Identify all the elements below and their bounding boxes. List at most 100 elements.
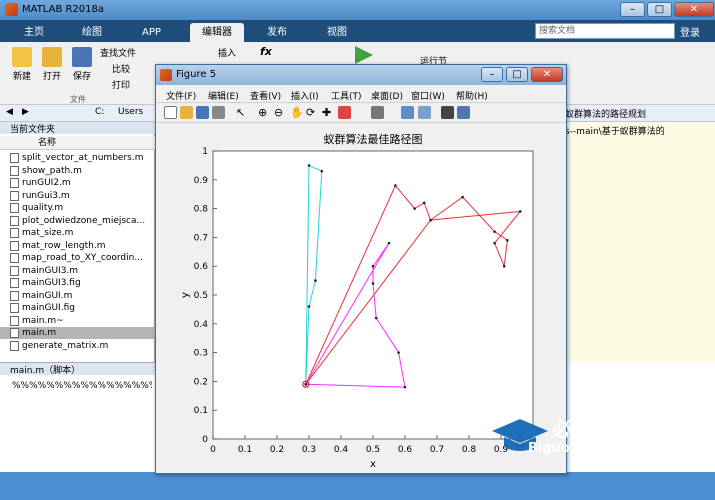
figure-close-button[interactable]: ✕ <box>531 67 563 82</box>
save-figure-icon[interactable] <box>196 106 209 119</box>
menu-tools[interactable]: 工具(T) <box>331 89 362 102</box>
data-point <box>502 264 506 268</box>
open-button[interactable]: 打开 <box>38 47 66 82</box>
current-folder-panel: 当前文件夹 名称 split_vector_at_numbers.m show_p… <box>0 122 155 362</box>
file-list-item[interactable]: mat_row_length.m <box>0 240 155 252</box>
file-list-item[interactable]: main.m~ <box>0 315 155 327</box>
hide-tools-icon[interactable] <box>441 106 454 119</box>
link-icon[interactable] <box>371 106 384 119</box>
menu-insert[interactable]: 插入(I) <box>291 89 319 102</box>
editor-tab[interactable]: s--main\基于蚁群算法的 <box>565 124 695 137</box>
file-list-item[interactable]: quality.m <box>0 202 155 214</box>
tab-editor[interactable]: 编辑器 <box>190 23 244 42</box>
save-button[interactable]: 保存 <box>68 47 96 82</box>
file-list-item[interactable]: map_road_to_XY_coordin... <box>0 252 155 264</box>
print-icon[interactable] <box>212 106 225 119</box>
menu-edit[interactable]: 编辑(E) <box>208 89 239 102</box>
file-list-item[interactable]: mat_size.m <box>0 227 155 239</box>
file-icon <box>10 228 19 238</box>
dock-icon[interactable] <box>457 106 470 119</box>
file-name: mainGUI3.m <box>22 265 79 276</box>
insert-button[interactable]: 插入 <box>218 46 236 59</box>
zoom-in-icon[interactable]: ⊕ <box>258 106 271 119</box>
open-icon[interactable] <box>180 106 193 119</box>
data-point <box>320 169 324 173</box>
search-input[interactable]: 搜索文档 <box>535 23 675 39</box>
pointer-icon[interactable]: ↖ <box>236 106 249 119</box>
open-label: 打开 <box>42 72 61 82</box>
file-list-item[interactable]: mainGUI3.fig <box>0 277 155 289</box>
file-list-item[interactable]: runGui3.m <box>0 190 155 202</box>
path-drive[interactable]: C: <box>95 107 104 117</box>
login-button[interactable]: 登录 <box>680 24 700 39</box>
forward-icon[interactable]: ▶ <box>22 107 29 117</box>
menu-desktop[interactable]: 桌面(D) <box>371 89 403 102</box>
file-group-label: 文件 <box>70 95 86 104</box>
file-list-item[interactable]: show_path.m <box>0 165 155 177</box>
tab-view[interactable]: 视图 <box>315 23 359 42</box>
editor-title: 蚁群算法的路径规划 <box>565 110 647 120</box>
details-content: %%%%%%%%%%%%%%%%%%%%%%%%%% <box>12 381 152 391</box>
file-name: mainGUI.m <box>22 290 73 301</box>
tab-home[interactable]: 主页 <box>12 23 56 42</box>
file-name: mainGUI3.fig <box>22 278 81 288</box>
file-name: mainGUI.fig <box>22 303 75 313</box>
file-name: runGui3.m <box>22 190 70 201</box>
y-tick-label: 0.3 <box>194 349 208 359</box>
run-icon[interactable] <box>355 46 373 64</box>
tab-publish[interactable]: 发布 <box>255 23 299 42</box>
x-tick-label: 0.2 <box>270 445 284 455</box>
figure-window[interactable]: Figure 5 – □ ✕ 文件(F) 编辑(E) 查看(V) 插入(I) 工… <box>155 64 567 474</box>
y-tick-label: 0.5 <box>194 291 208 301</box>
file-name: quality.m <box>22 203 64 213</box>
compare-button[interactable]: 比较 <box>112 62 130 75</box>
file-list-item[interactable]: mainGUI.fig <box>0 302 155 314</box>
back-icon[interactable]: ◀ <box>6 107 13 117</box>
file-list-item[interactable]: generate_matrix.m <box>0 340 155 352</box>
new-button[interactable]: 新建 <box>8 47 36 82</box>
new-icon <box>12 47 32 67</box>
path-users[interactable]: Users <box>118 107 143 117</box>
y-tick-label: 0.4 <box>194 320 209 330</box>
file-name: split_vector_at_numbers.m <box>22 153 144 163</box>
brush-icon[interactable] <box>338 106 351 119</box>
menu-window[interactable]: 窗口(W) <box>411 89 445 102</box>
file-list-item[interactable]: plot_odwiedzone_miejsca... <box>0 215 155 227</box>
rotate-icon[interactable]: ⟳ <box>306 106 319 119</box>
print-button[interactable]: 打印 <box>112 78 130 91</box>
figure-maximize-button[interactable]: □ <box>506 67 528 82</box>
file-list-item[interactable]: mainGUI3.m <box>0 265 155 277</box>
close-button[interactable]: ✕ <box>674 2 714 17</box>
pan-icon[interactable]: ✋ <box>290 106 304 119</box>
file-list-item[interactable]: main.m <box>0 327 155 339</box>
file-list-item[interactable]: split_vector_at_numbers.m <box>0 152 155 164</box>
data-point <box>394 184 397 187</box>
find-file-button[interactable]: 查找文件 <box>100 46 136 59</box>
figure-title: Figure 5 <box>176 69 217 80</box>
figure-minimize-button[interactable]: – <box>481 67 503 82</box>
data-cursor-icon[interactable]: ✚ <box>322 106 335 119</box>
new-figure-icon[interactable] <box>164 106 177 119</box>
file-icon <box>10 328 19 338</box>
column-header-name[interactable]: 名称 <box>0 136 155 150</box>
file-list-item[interactable]: runGUI2.m <box>0 177 155 189</box>
tab-apps[interactable]: APP <box>130 23 173 42</box>
minimize-button[interactable]: – <box>620 2 645 17</box>
new-label: 新建 <box>12 72 31 82</box>
matlab-title-bar: MATLAB R2018a – □ ✕ <box>0 0 715 20</box>
matlab-logo-icon <box>5 3 18 16</box>
data-point <box>429 218 432 222</box>
menu-view[interactable]: 查看(V) <box>250 89 281 102</box>
fx-button[interactable]: fx <box>260 45 272 58</box>
maximize-button[interactable]: □ <box>647 2 672 17</box>
zoom-out-icon[interactable]: ⊖ <box>274 106 287 119</box>
menu-file[interactable]: 文件(F) <box>166 89 196 102</box>
file-list-item[interactable]: mainGUI.m <box>0 290 155 302</box>
data-point <box>506 238 509 242</box>
menu-help[interactable]: 帮助(H) <box>456 89 488 102</box>
file-icon <box>10 265 19 276</box>
data-point <box>307 164 311 167</box>
colorbar-icon[interactable] <box>401 106 414 119</box>
tab-plots[interactable]: 绘图 <box>70 23 114 42</box>
legend-icon[interactable] <box>418 106 431 119</box>
